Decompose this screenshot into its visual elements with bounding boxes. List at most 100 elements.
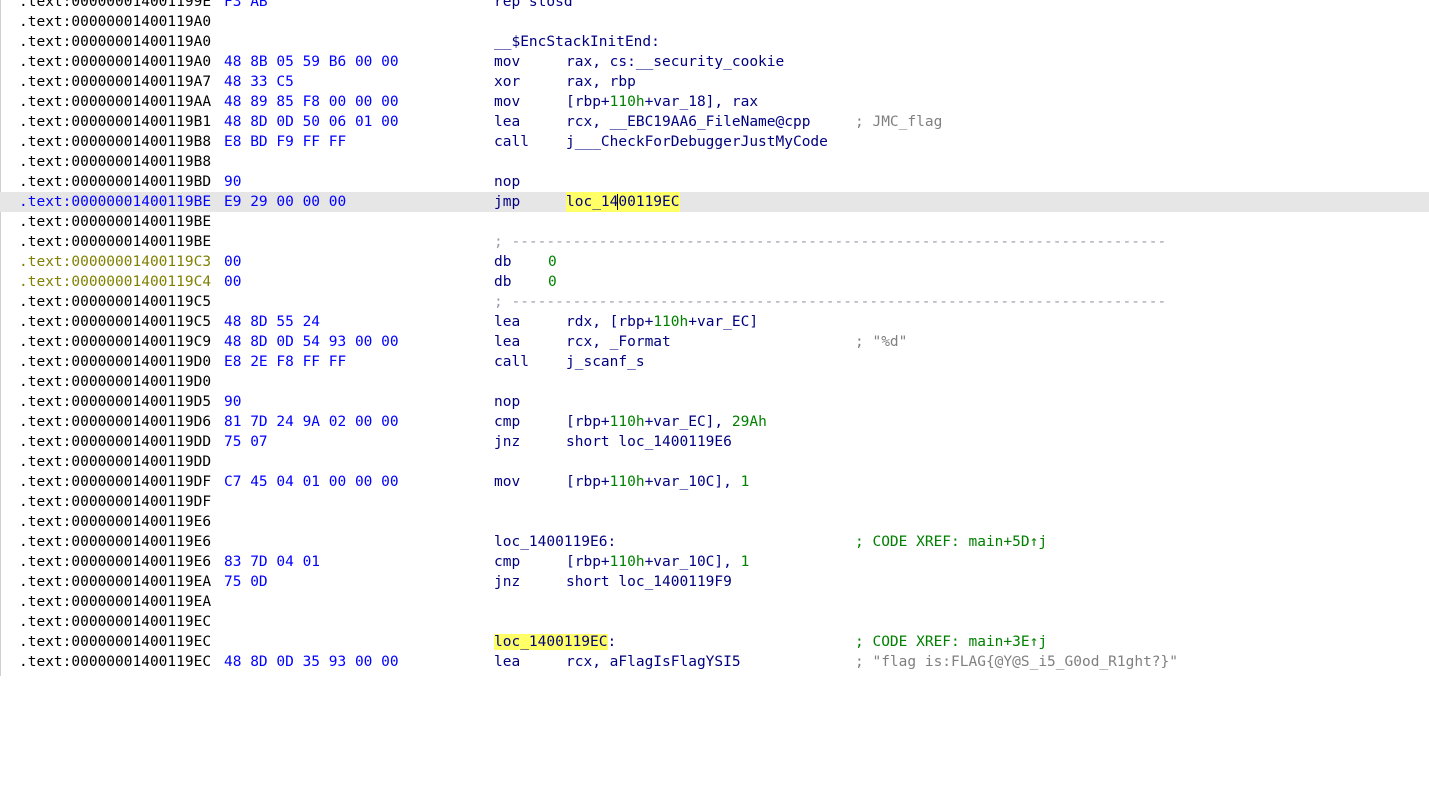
mnemonic[interactable]: nop xyxy=(494,172,520,192)
listing-line[interactable]: .text:00000001400119D5 90 nop xyxy=(0,392,1429,412)
opcode-bytes: 48 8D 55 24 xyxy=(224,314,321,330)
operands[interactable]: rcx, _Format xyxy=(566,332,671,352)
listing-line[interactable]: .text:00000001400119D6 81 7D 24 9A 02 00… xyxy=(0,412,1429,432)
mnemonic[interactable]: lea xyxy=(494,332,520,352)
comment: ; JMC_flag xyxy=(855,114,943,130)
operands[interactable]: rax, cs:__security_cookie xyxy=(566,52,784,72)
string-comment: ; "flag is:FLAG{@Y@S_i5_G0od_R1ght?}" xyxy=(855,654,1179,670)
mnemonic[interactable]: cmp xyxy=(494,552,520,572)
listing-line[interactable]: .text:00000001400119A7 48 33 C5 xor rax,… xyxy=(0,72,1429,92)
listing-line[interactable]: .text:00000001400119EA 75 0D jnz short l… xyxy=(0,572,1429,592)
mnemonic[interactable]: nop xyxy=(494,392,520,412)
comment: ; "%d" xyxy=(855,334,908,350)
operand-text: 00119EC xyxy=(618,194,680,210)
current-line[interactable]: .text:00000001400119BE E9 29 00 00 00 jm… xyxy=(0,192,1429,212)
mnemonic[interactable]: jnz xyxy=(494,432,520,452)
operands[interactable]: rcx, aFlagIsFlagYSI5 xyxy=(566,652,741,672)
listing-line[interactable]: .text:00000001400119BE xyxy=(0,212,1429,232)
mnemonic[interactable]: mov xyxy=(494,52,520,72)
operands[interactable]: [rbp+110h+var_10C], 1 xyxy=(566,472,749,492)
operands[interactable]: j___CheckForDebuggerJustMyCode xyxy=(566,132,828,152)
listing-line[interactable]: .text:00000001400119EA xyxy=(0,592,1429,612)
data-value[interactable]: 0 xyxy=(548,252,557,272)
listing-line[interactable]: .text:00000001400119EC 48 8D 0D 35 93 00… xyxy=(0,652,1429,672)
listing-line[interactable]: .text:00000001400119E6 83 7D 04 01 cmp [… xyxy=(0,552,1429,572)
operands[interactable]: j_scanf_s xyxy=(566,352,645,372)
mnemonic[interactable]: call xyxy=(494,352,529,372)
opcode-bytes: 83 7D 04 01 xyxy=(224,554,321,570)
operand-number: 110h xyxy=(609,474,645,490)
listing-line[interactable]: .text:00000001400119DF C7 45 04 01 00 00… xyxy=(0,472,1429,492)
code-label[interactable]: __$EncStackInitEnd: xyxy=(494,32,660,52)
listing-line[interactable]: .text:00000001400119EC xyxy=(0,612,1429,632)
label-highlighted[interactable]: loc_1400119EC xyxy=(494,634,608,650)
listing-line[interactable]: .text:00000001400119E6 loc_1400119E6: ; … xyxy=(0,532,1429,552)
address: .text:00000001400119EA xyxy=(19,594,212,610)
operands[interactable]: short loc_1400119E6 xyxy=(566,432,732,452)
mnemonic[interactable]: cmp xyxy=(494,412,520,432)
mnemonic[interactable]: jmp xyxy=(494,192,520,212)
xref-comment[interactable]: ; CODE XREF: main+5D↑j xyxy=(855,532,1047,552)
listing-line[interactable]: .text:00000001400119D0 xyxy=(0,372,1429,392)
address: .text:00000001400119A7 xyxy=(19,74,212,90)
xref-comment[interactable]: ; CODE XREF: main+3E↑j xyxy=(855,632,1047,652)
operands[interactable]: rdx, [rbp+110h+var_EC] xyxy=(566,312,758,332)
mnemonic[interactable]: xor xyxy=(494,72,520,92)
operands[interactable]: rcx, __EBC19AA6_FileName@cpp xyxy=(566,112,810,132)
listing-line[interactable]: .text:00000001400119BE ; ---------------… xyxy=(0,232,1429,252)
opcode-bytes: 00 xyxy=(224,254,242,270)
operands[interactable]: [rbp+110h+var_10C], 1 xyxy=(566,552,749,572)
mnemonic[interactable]: jnz xyxy=(494,572,520,592)
listing-line[interactable]: .text:00000001400119DD 75 07 jnz short l… xyxy=(0,432,1429,452)
address: .text:00000001400119A0 xyxy=(19,34,212,50)
instruction[interactable]: rep stosd xyxy=(494,0,573,12)
listing-line[interactable]: .text:00000001400119DF xyxy=(0,492,1429,512)
listing-line[interactable]: .text:00000001400119C5 48 8D 55 24 lea r… xyxy=(0,312,1429,332)
operands[interactable]: [rbp+110h+var_18], rax xyxy=(566,92,758,112)
listing-line[interactable]: .text:00000001400119B8 E8 BD F9 FF FF ca… xyxy=(0,132,1429,152)
jump-target-highlighted[interactable]: loc_1400119EC xyxy=(566,192,680,212)
opcode-bytes: E8 2E F8 FF FF xyxy=(224,354,347,370)
code-label[interactable]: loc_1400119EC: xyxy=(494,632,616,652)
address: .text:00000001400119A0 xyxy=(19,14,212,30)
mnemonic[interactable]: mov xyxy=(494,472,520,492)
opcode-bytes: 81 7D 24 9A 02 00 00 xyxy=(224,414,399,430)
listing-line[interactable]: .text:00000001400119C9 48 8D 0D 54 93 00… xyxy=(0,332,1429,352)
listing-line[interactable]: .text:00000001400119E6 xyxy=(0,512,1429,532)
listing-line[interactable]: .text:00000001400119AA 48 89 85 F8 00 00… xyxy=(0,92,1429,112)
address: .text:00000001400119BE xyxy=(19,214,212,230)
listing-line[interactable]: .text:00000001400119D0 E8 2E F8 FF FF ca… xyxy=(0,352,1429,372)
mnemonic[interactable]: lea xyxy=(494,112,520,132)
listing-line[interactable]: .text:00000001400119C4 00 db 0 xyxy=(0,272,1429,292)
address: .text:00000001400119DF xyxy=(19,494,212,510)
mnemonic[interactable]: lea xyxy=(494,312,520,332)
code-label[interactable]: loc_1400119E6: xyxy=(494,532,616,552)
data-directive[interactable]: db xyxy=(494,272,511,292)
address: .text:00000001400119C5 xyxy=(19,314,212,330)
listing-line[interactable]: .text:00000001400119A0 __$EncStackInitEn… xyxy=(0,32,1429,52)
separator-line: ; --------------------------------------… xyxy=(494,294,1167,310)
disassembly-view[interactable]: .text:000000014001199E F3 AB rep stosd .… xyxy=(0,0,1429,676)
listing-line[interactable]: .text:00000001400119B8 xyxy=(0,152,1429,172)
mnemonic[interactable]: mov xyxy=(494,92,520,112)
mnemonic[interactable]: call xyxy=(494,132,529,152)
data-directive[interactable]: db xyxy=(494,252,511,272)
operands[interactable]: rax, rbp xyxy=(566,72,636,92)
operand-text: rdx, [rbp+ xyxy=(566,314,654,330)
mnemonic[interactable]: lea xyxy=(494,652,520,672)
address: .text:00000001400119EC xyxy=(19,614,212,630)
operand-text: [rbp+ xyxy=(566,414,610,430)
listing-line[interactable]: .text:00000001400119BD 90 nop xyxy=(0,172,1429,192)
listing-line[interactable]: .text:000000014001199E F3 AB rep stosd xyxy=(0,0,1429,12)
listing-line[interactable]: .text:00000001400119C3 00 db 0 xyxy=(0,252,1429,272)
listing-line[interactable]: .text:00000001400119DD xyxy=(0,452,1429,472)
data-value[interactable]: 0 xyxy=(548,272,557,292)
listing-line[interactable]: .text:00000001400119A0 48 8B 05 59 B6 00… xyxy=(0,52,1429,72)
listing-line[interactable]: .text:00000001400119EC loc_1400119EC: ; … xyxy=(0,632,1429,652)
listing-line[interactable]: .text:00000001400119A0 xyxy=(0,12,1429,32)
operands[interactable]: [rbp+110h+var_EC], 29Ah xyxy=(566,412,767,432)
listing-line[interactable]: .text:00000001400119C5 ; ---------------… xyxy=(0,292,1429,312)
operands[interactable]: short loc_1400119F9 xyxy=(566,572,732,592)
operand-text: +var_EC], xyxy=(644,414,732,430)
listing-line[interactable]: .text:00000001400119B1 48 8D 0D 50 06 01… xyxy=(0,112,1429,132)
